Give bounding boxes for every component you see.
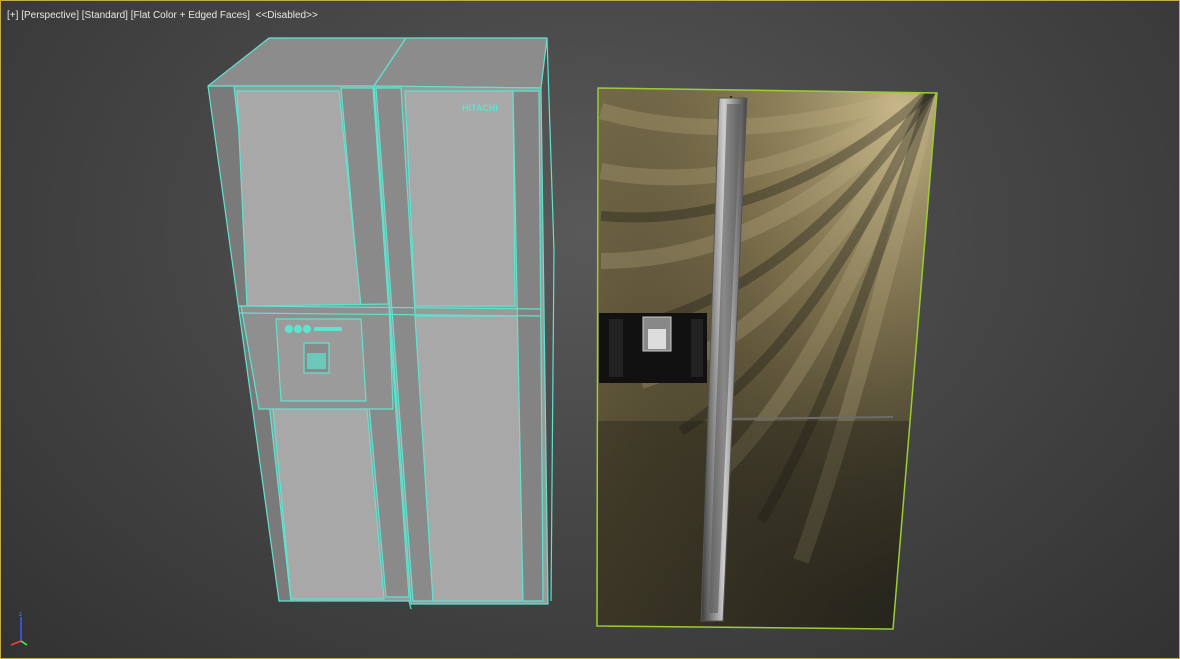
textured-fridge-model[interactable] (591, 81, 951, 641)
perspective-viewport[interactable]: [+] [Perspective] [Standard] [Flat Color… (0, 0, 1180, 659)
axis-z-label: z (19, 612, 22, 618)
scene-canvas[interactable]: HITACHI (1, 1, 1180, 659)
wireframe-fridge-model[interactable] (207, 37, 555, 610)
fridge-brand-logo: HITACHI (462, 103, 498, 113)
axis-gizmo: z (10, 612, 28, 646)
